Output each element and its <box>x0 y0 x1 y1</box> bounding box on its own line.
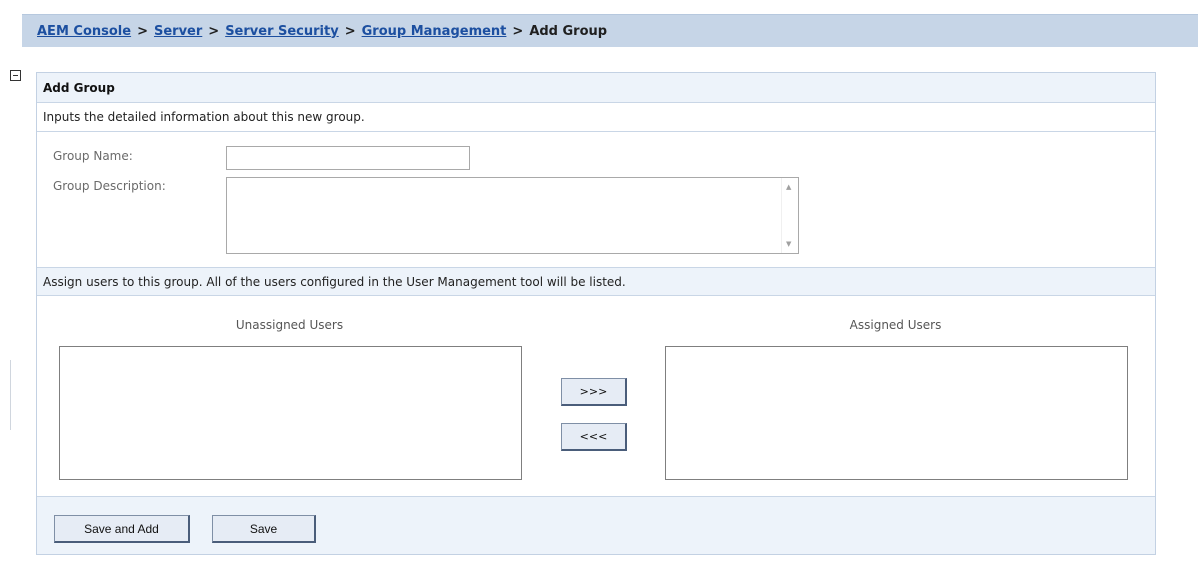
document-caption-fragment <box>0 0 1198 6</box>
unassigned-users-list[interactable] <box>59 346 522 480</box>
assign-users-button[interactable]: >>> <box>561 378 627 406</box>
group-description-field: ▲ ▼ <box>226 177 799 254</box>
assign-users-info: Assign users to this group. All of the u… <box>37 267 1155 296</box>
scroll-down-arrow-icon[interactable]: ▼ <box>786 240 791 248</box>
unassigned-users-title: Unassigned Users <box>235 318 344 332</box>
description-scrollbar[interactable]: ▲ ▼ <box>781 178 798 253</box>
breadcrumb-separator: > <box>208 23 220 39</box>
unassign-users-button[interactable]: <<< <box>561 423 627 451</box>
breadcrumb-current-page: Add Group <box>529 23 608 39</box>
group-name-label: Group Name: <box>53 149 133 163</box>
breadcrumb: AEM Console > Server > Server Security >… <box>22 14 1198 47</box>
breadcrumb-separator: > <box>137 23 148 39</box>
breadcrumb-link-aem-console[interactable]: AEM Console <box>37 24 131 39</box>
breadcrumb-link-group-management[interactable]: Group Management <box>362 24 507 39</box>
save-button[interactable]: Save <box>212 515 316 543</box>
breadcrumb-separator: > <box>344 23 356 39</box>
panel-title: Add Group <box>37 73 1155 103</box>
scroll-up-arrow-icon[interactable]: ▲ <box>786 183 791 191</box>
breadcrumb-link-server[interactable]: Server <box>154 24 202 39</box>
group-name-input[interactable] <box>226 146 470 170</box>
breadcrumb-separator: > <box>512 23 524 39</box>
group-description-label: Group Description: <box>53 179 166 193</box>
breadcrumb-link-server-security[interactable]: Server Security <box>225 24 339 39</box>
group-description-textarea[interactable] <box>227 178 780 253</box>
panel-intro-text: Inputs the detailed information about th… <box>37 103 1155 132</box>
save-and-add-button[interactable]: Save and Add <box>54 515 190 543</box>
assigned-users-list[interactable] <box>665 346 1128 480</box>
assigned-users-title: Assigned Users <box>849 318 942 332</box>
collapse-panel-icon[interactable] <box>10 70 21 81</box>
left-frame-divider <box>10 360 11 430</box>
add-group-panel: Add Group Inputs the detailed informatio… <box>36 72 1156 555</box>
panel-footer: Save and Add Save <box>37 496 1155 554</box>
